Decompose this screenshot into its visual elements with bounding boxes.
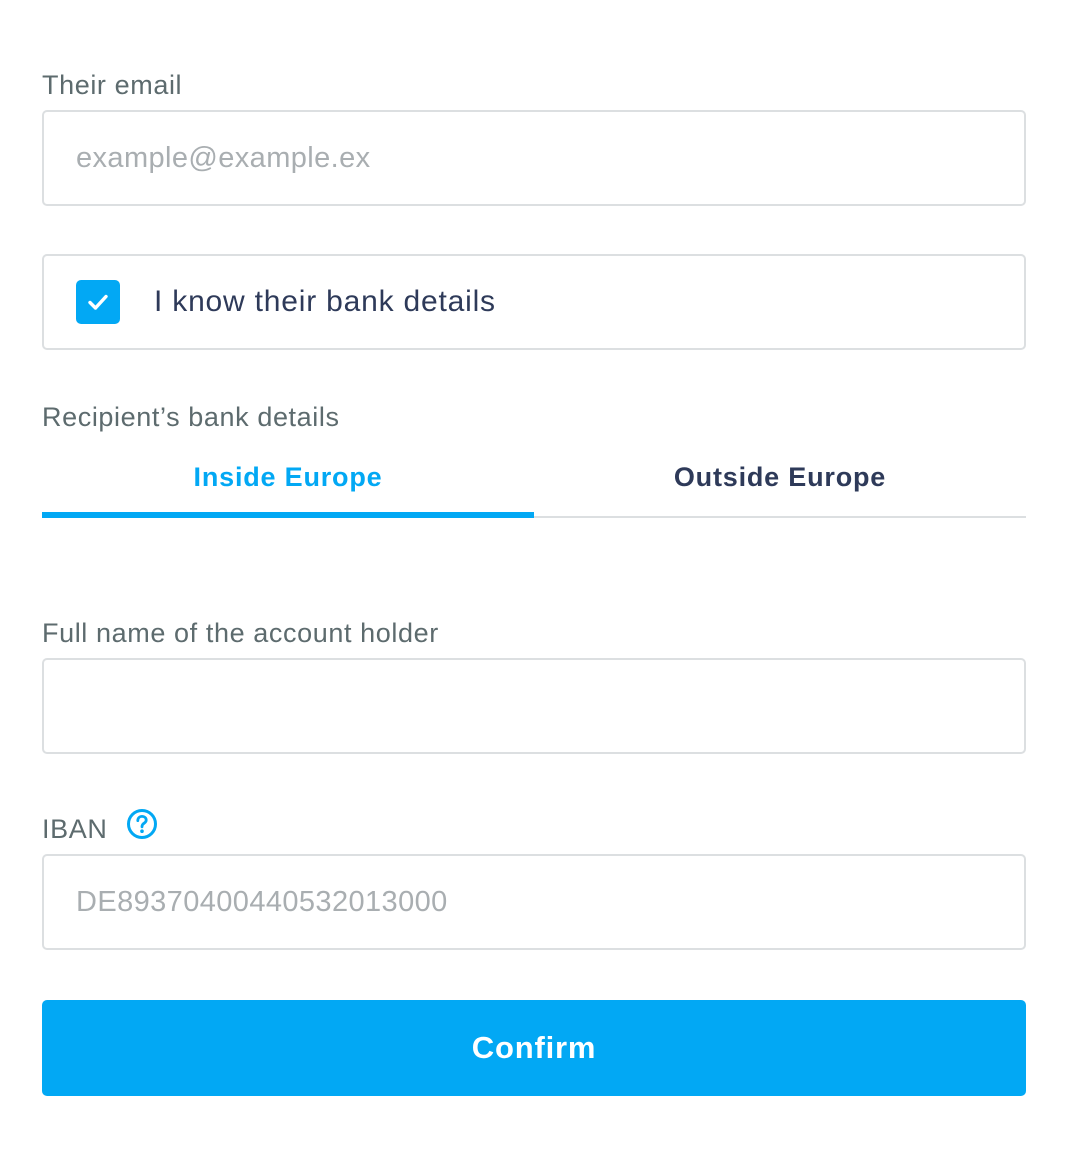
iban-label: IBAN — [42, 814, 108, 844]
email-input[interactable] — [42, 110, 1026, 206]
tab-inside-europe[interactable]: Inside Europe — [42, 450, 534, 518]
region-tabs: Inside Europe Outside Europe — [42, 450, 1026, 518]
question-circle-icon[interactable] — [126, 808, 158, 840]
account-holder-label: Full name of the account holder — [42, 618, 439, 648]
tab-outside-europe[interactable]: Outside Europe — [534, 450, 1026, 518]
bank-details-checkbox[interactable] — [76, 280, 120, 324]
bank-details-label: Recipient’s bank details — [42, 402, 340, 432]
account-holder-input[interactable] — [42, 658, 1026, 754]
checkmark-icon — [88, 294, 108, 310]
email-label: Their email — [42, 70, 183, 100]
bank-details-checkbox-row[interactable]: I know their bank details — [42, 254, 1026, 350]
confirm-button[interactable]: Confirm — [42, 1000, 1026, 1096]
bank-details-checkbox-label: I know their bank details — [154, 285, 496, 318]
iban-input[interactable] — [42, 854, 1026, 950]
